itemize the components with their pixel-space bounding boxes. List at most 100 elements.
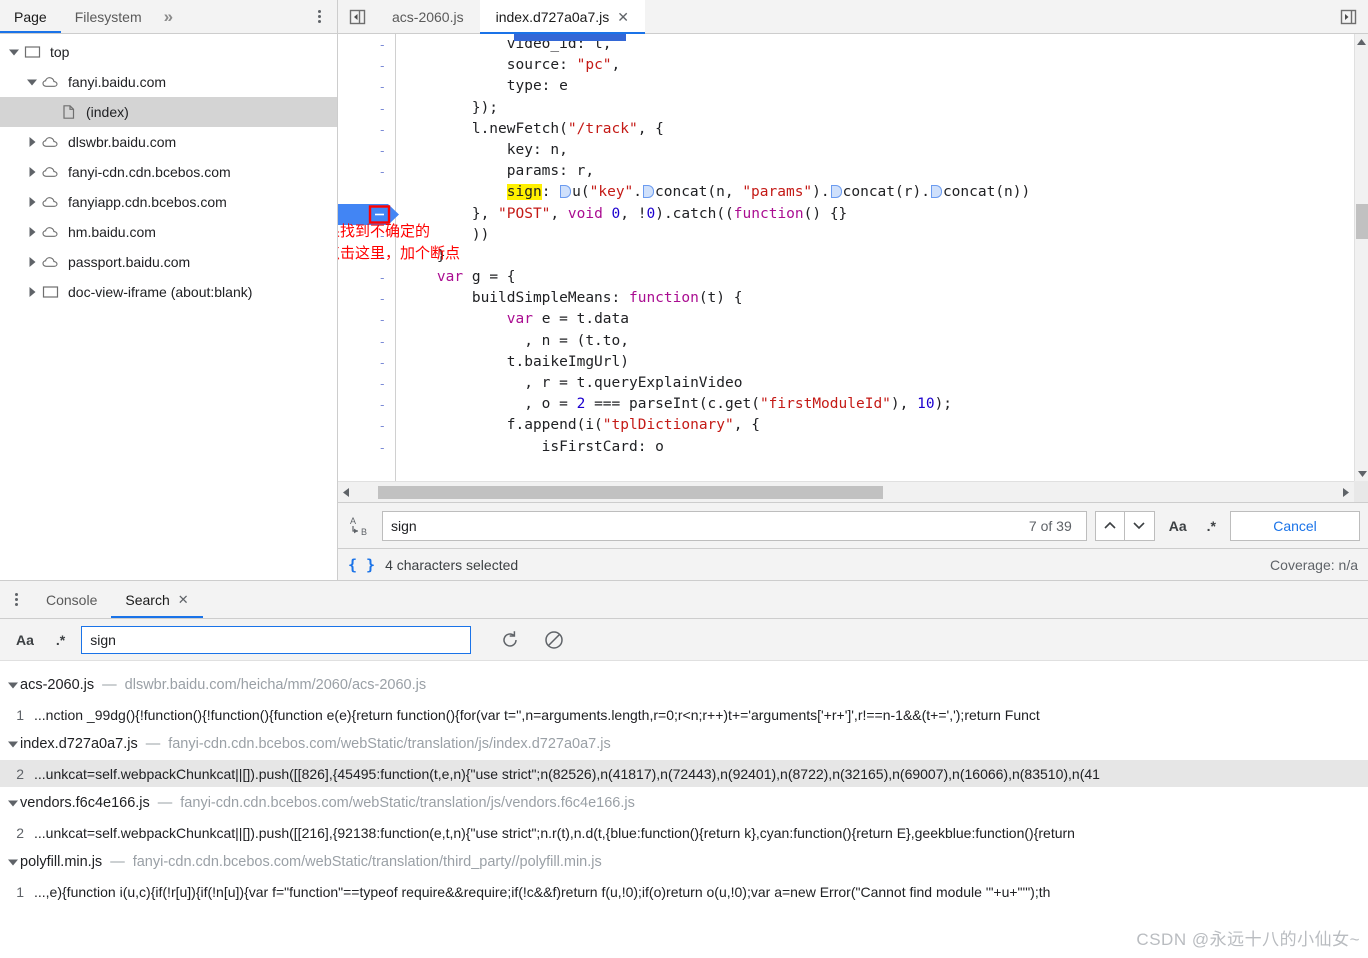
tree-twisty[interactable] [24,197,40,207]
more-tabs-icon[interactable]: » [156,0,181,33]
tree-twisty[interactable] [24,227,40,237]
tree-item-fanyi-baidu-com[interactable]: fanyi.baidu.com [0,67,337,97]
code-line[interactable]: type: e [402,76,1354,97]
search-result-match[interactable]: 2 ...unkcat=self.webpackChunkcat||[]).pus… [0,819,1368,846]
gutter-line[interactable]: - [338,437,395,458]
editor-tab-acs-2060[interactable]: acs-2060.js [376,0,480,33]
drawer-menu-button[interactable] [0,581,32,618]
drawer-regex-button[interactable]: .* [50,632,71,648]
search-result-match[interactable]: 1 ...,e){function i(u,c){if(!r[u]){if(!n[… [0,878,1368,905]
gutter-line[interactable]: - [338,76,395,97]
code-line[interactable]: , o = 2 === parseInt(c.get("firstModuleI… [402,394,1354,415]
editor-search-cancel-button[interactable]: Cancel [1230,510,1360,541]
gutter-line[interactable]: - [338,182,395,203]
tree-item--index-[interactable]: (index) [0,97,337,127]
tree-item-top[interactable]: top [0,37,337,67]
code-line[interactable]: , r = t.queryExplainVideo [402,373,1354,394]
gutter-line[interactable]: - [338,331,395,352]
code-line[interactable]: } [402,246,1354,267]
drawer-search-input[interactable] [88,630,465,649]
drawer-tab-search[interactable]: Search ✕ [111,581,203,618]
search-result-file[interactable]: index.d727a0a7.js — fanyi-cdn.cdn.bcebos.c… [0,728,1368,760]
chevron-down-icon[interactable] [6,680,20,690]
horizontal-scroll-thumb[interactable] [378,485,883,499]
gutter-line[interactable]: - [338,119,395,140]
gutter-line[interactable]: - [338,34,395,55]
search-result-file[interactable]: polyfill.min.js — fanyi-cdn.cdn.bcebos.com… [0,846,1368,878]
vertical-scroll-thumb[interactable] [1356,204,1368,239]
source-code[interactable]: video_id: t, source: "pc", type: e }); l… [396,34,1354,481]
code-line[interactable]: l.newFetch("/track", { [402,119,1354,140]
code-line[interactable]: }, "POST", void 0, !0).catch((function()… [402,204,1354,225]
gutter-line[interactable]: - [338,161,395,182]
code-line[interactable]: )) [402,225,1354,246]
code-line[interactable]: key: n, [402,140,1354,161]
gutter-line[interactable]: - [338,55,395,76]
code-line[interactable]: isFirstCard: o [402,437,1354,458]
code-line[interactable]: var e = t.data [402,309,1354,330]
code-line[interactable]: var g = { [402,267,1354,288]
tab-filesystem[interactable]: Filesystem [61,0,156,33]
search-next-button[interactable] [1124,510,1155,541]
tab-page[interactable]: Page [0,0,61,33]
editor-match-case-button[interactable]: Aa [1163,518,1193,534]
gutter-line[interactable]: - [338,98,395,119]
editor-search-field[interactable]: 7 of 39 [382,510,1087,541]
code-line[interactable]: sign: u("key". concat(n, "params"). concat… [402,182,1354,203]
search-result-file[interactable]: vendors.f6c4e166.js — fanyi-cdn.cdn.bcebos… [0,787,1368,819]
code-line[interactable]: params: r, [402,161,1354,182]
code-line[interactable]: buildSimpleMeans: function(t) { [402,288,1354,309]
scroll-up-icon[interactable] [1355,34,1368,49]
drawer-tab-console[interactable]: Console [32,581,111,618]
chevron-down-icon[interactable] [6,798,20,808]
code-line[interactable]: f.append(i("tplDictionary", { [402,415,1354,436]
clear-button[interactable] [539,625,569,655]
tree-item-fanyi-cdn-cdn-bcebos-com[interactable]: fanyi-cdn.cdn.bcebos.com [0,157,337,187]
editor-horizontal-scrollbar[interactable] [338,481,1354,502]
tree-item-hm-baidu-com[interactable]: hm.baidu.com [0,217,337,247]
editor-vertical-scrollbar[interactable] [1354,34,1368,481]
chevron-down-icon[interactable] [6,857,20,867]
search-result-match[interactable]: 2 ...unkcat=self.webpackChunkcat||[]).pus… [0,760,1368,787]
refresh-button[interactable] [495,625,525,655]
navigator-menu-button[interactable] [310,0,329,33]
horizontal-scroll-track[interactable] [354,485,1338,499]
scroll-down-icon[interactable] [1355,466,1368,481]
gutter-line[interactable]: - [338,309,395,330]
close-icon[interactable]: ✕ [617,10,629,24]
tree-twisty[interactable] [24,257,40,267]
tree-twisty[interactable] [24,287,40,297]
show-drawer-button[interactable] [1328,0,1368,33]
gutter-line[interactable]: - [338,267,395,288]
tree-item-passport-baidu-com[interactable]: passport.baidu.com [0,247,337,277]
scroll-right-icon[interactable] [1338,487,1354,497]
tree-twisty[interactable] [6,47,22,57]
code-line[interactable]: source: "pc", [402,55,1354,76]
tree-twisty[interactable] [24,77,40,87]
tree-item-fanyiapp-cdn-bcebos-com[interactable]: fanyiapp.cdn.bcebos.com [0,187,337,217]
tree-twisty[interactable] [24,167,40,177]
tree-twisty[interactable] [42,107,58,117]
gutter-line[interactable]: - [338,288,395,309]
code-line[interactable]: }); [402,98,1354,119]
gutter-line[interactable]: - [338,140,395,161]
code-line[interactable]: , n = (t.to, [402,331,1354,352]
editor-search-input[interactable] [389,516,1029,535]
chevron-down-icon[interactable] [6,739,20,749]
search-result-match[interactable]: 1 ...nction _99dg(){!function(){!function… [0,701,1368,728]
show-navigator-button[interactable] [338,0,376,33]
drawer-search-field[interactable] [81,625,472,654]
tree-twisty[interactable] [24,137,40,147]
gutter-line[interactable]: - [338,394,395,415]
tree-item-doc-view-iframe-about-blank-[interactable]: doc-view-iframe (about:blank) [0,277,337,307]
search-result-file[interactable]: acs-2060.js — dlswbr.baidu.com/heicha/mm/2… [0,669,1368,701]
pretty-print-icon[interactable]: { } [348,556,385,574]
editor-tab-index[interactable]: index.d727a0a7.js ✕ [479,0,646,34]
tree-item-dlswbr-baidu-com[interactable]: dlswbr.baidu.com [0,127,337,157]
gutter-line[interactable]: - [338,415,395,436]
close-icon[interactable]: ✕ [178,592,189,608]
gutter-line[interactable]: - [338,352,395,373]
replace-icon[interactable]: A B [346,515,374,537]
editor-regex-button[interactable]: .* [1201,518,1222,534]
code-line[interactable]: t.baikeImgUrl) [402,352,1354,373]
